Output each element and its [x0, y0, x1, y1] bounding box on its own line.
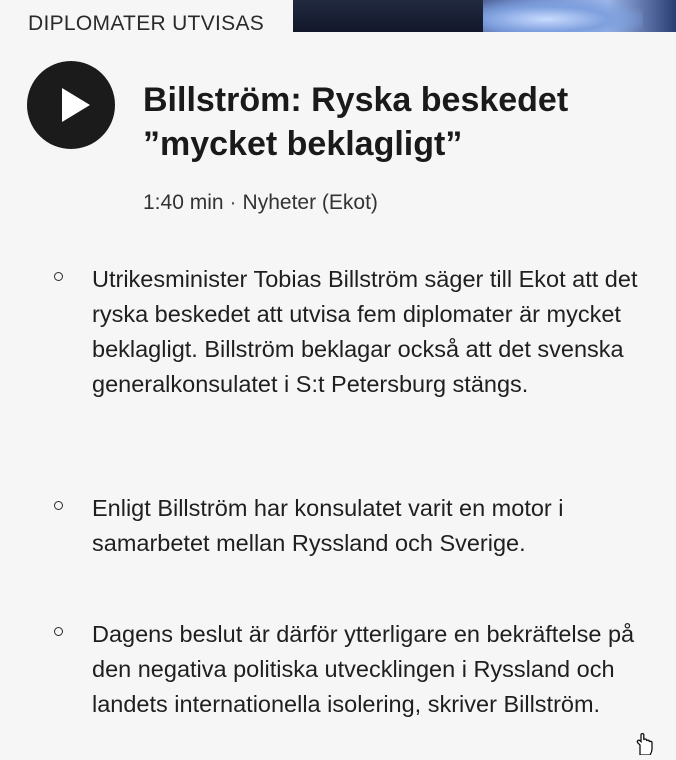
- hero-image[interactable]: [293, 0, 676, 32]
- section-kicker: DIPLOMATER UTVISAS: [28, 12, 265, 35]
- article-headline: Billström: Ryska beskedet ”mycket beklag…: [143, 81, 569, 163]
- audio-meta: 1:40 min · Nyheter (Ekot): [143, 191, 378, 215]
- list-item-text: Utrikesminister Tobias Billström säger t…: [92, 266, 638, 397]
- meta-separator: ·: [229, 191, 237, 214]
- top-strip: DIPLOMATER UTVISAS: [0, 0, 676, 35]
- audio-source[interactable]: Nyheter (Ekot): [243, 191, 378, 214]
- bullet-marker: [54, 501, 63, 510]
- hero-image-dark-area: [293, 0, 483, 32]
- play-icon: [62, 88, 90, 122]
- list-item-text: Dagens beslut är därför ytterligare en b…: [92, 621, 635, 717]
- audio-duration: 1:40 min: [143, 191, 224, 214]
- hero-image-light-area: [483, 0, 643, 32]
- bullet-marker: [54, 272, 63, 281]
- play-button[interactable]: [27, 61, 115, 149]
- bullet-marker: [54, 627, 63, 636]
- list-item-text: Enligt Billström har konsulatet varit en…: [92, 495, 564, 556]
- hand-pointer-icon: [631, 733, 661, 756]
